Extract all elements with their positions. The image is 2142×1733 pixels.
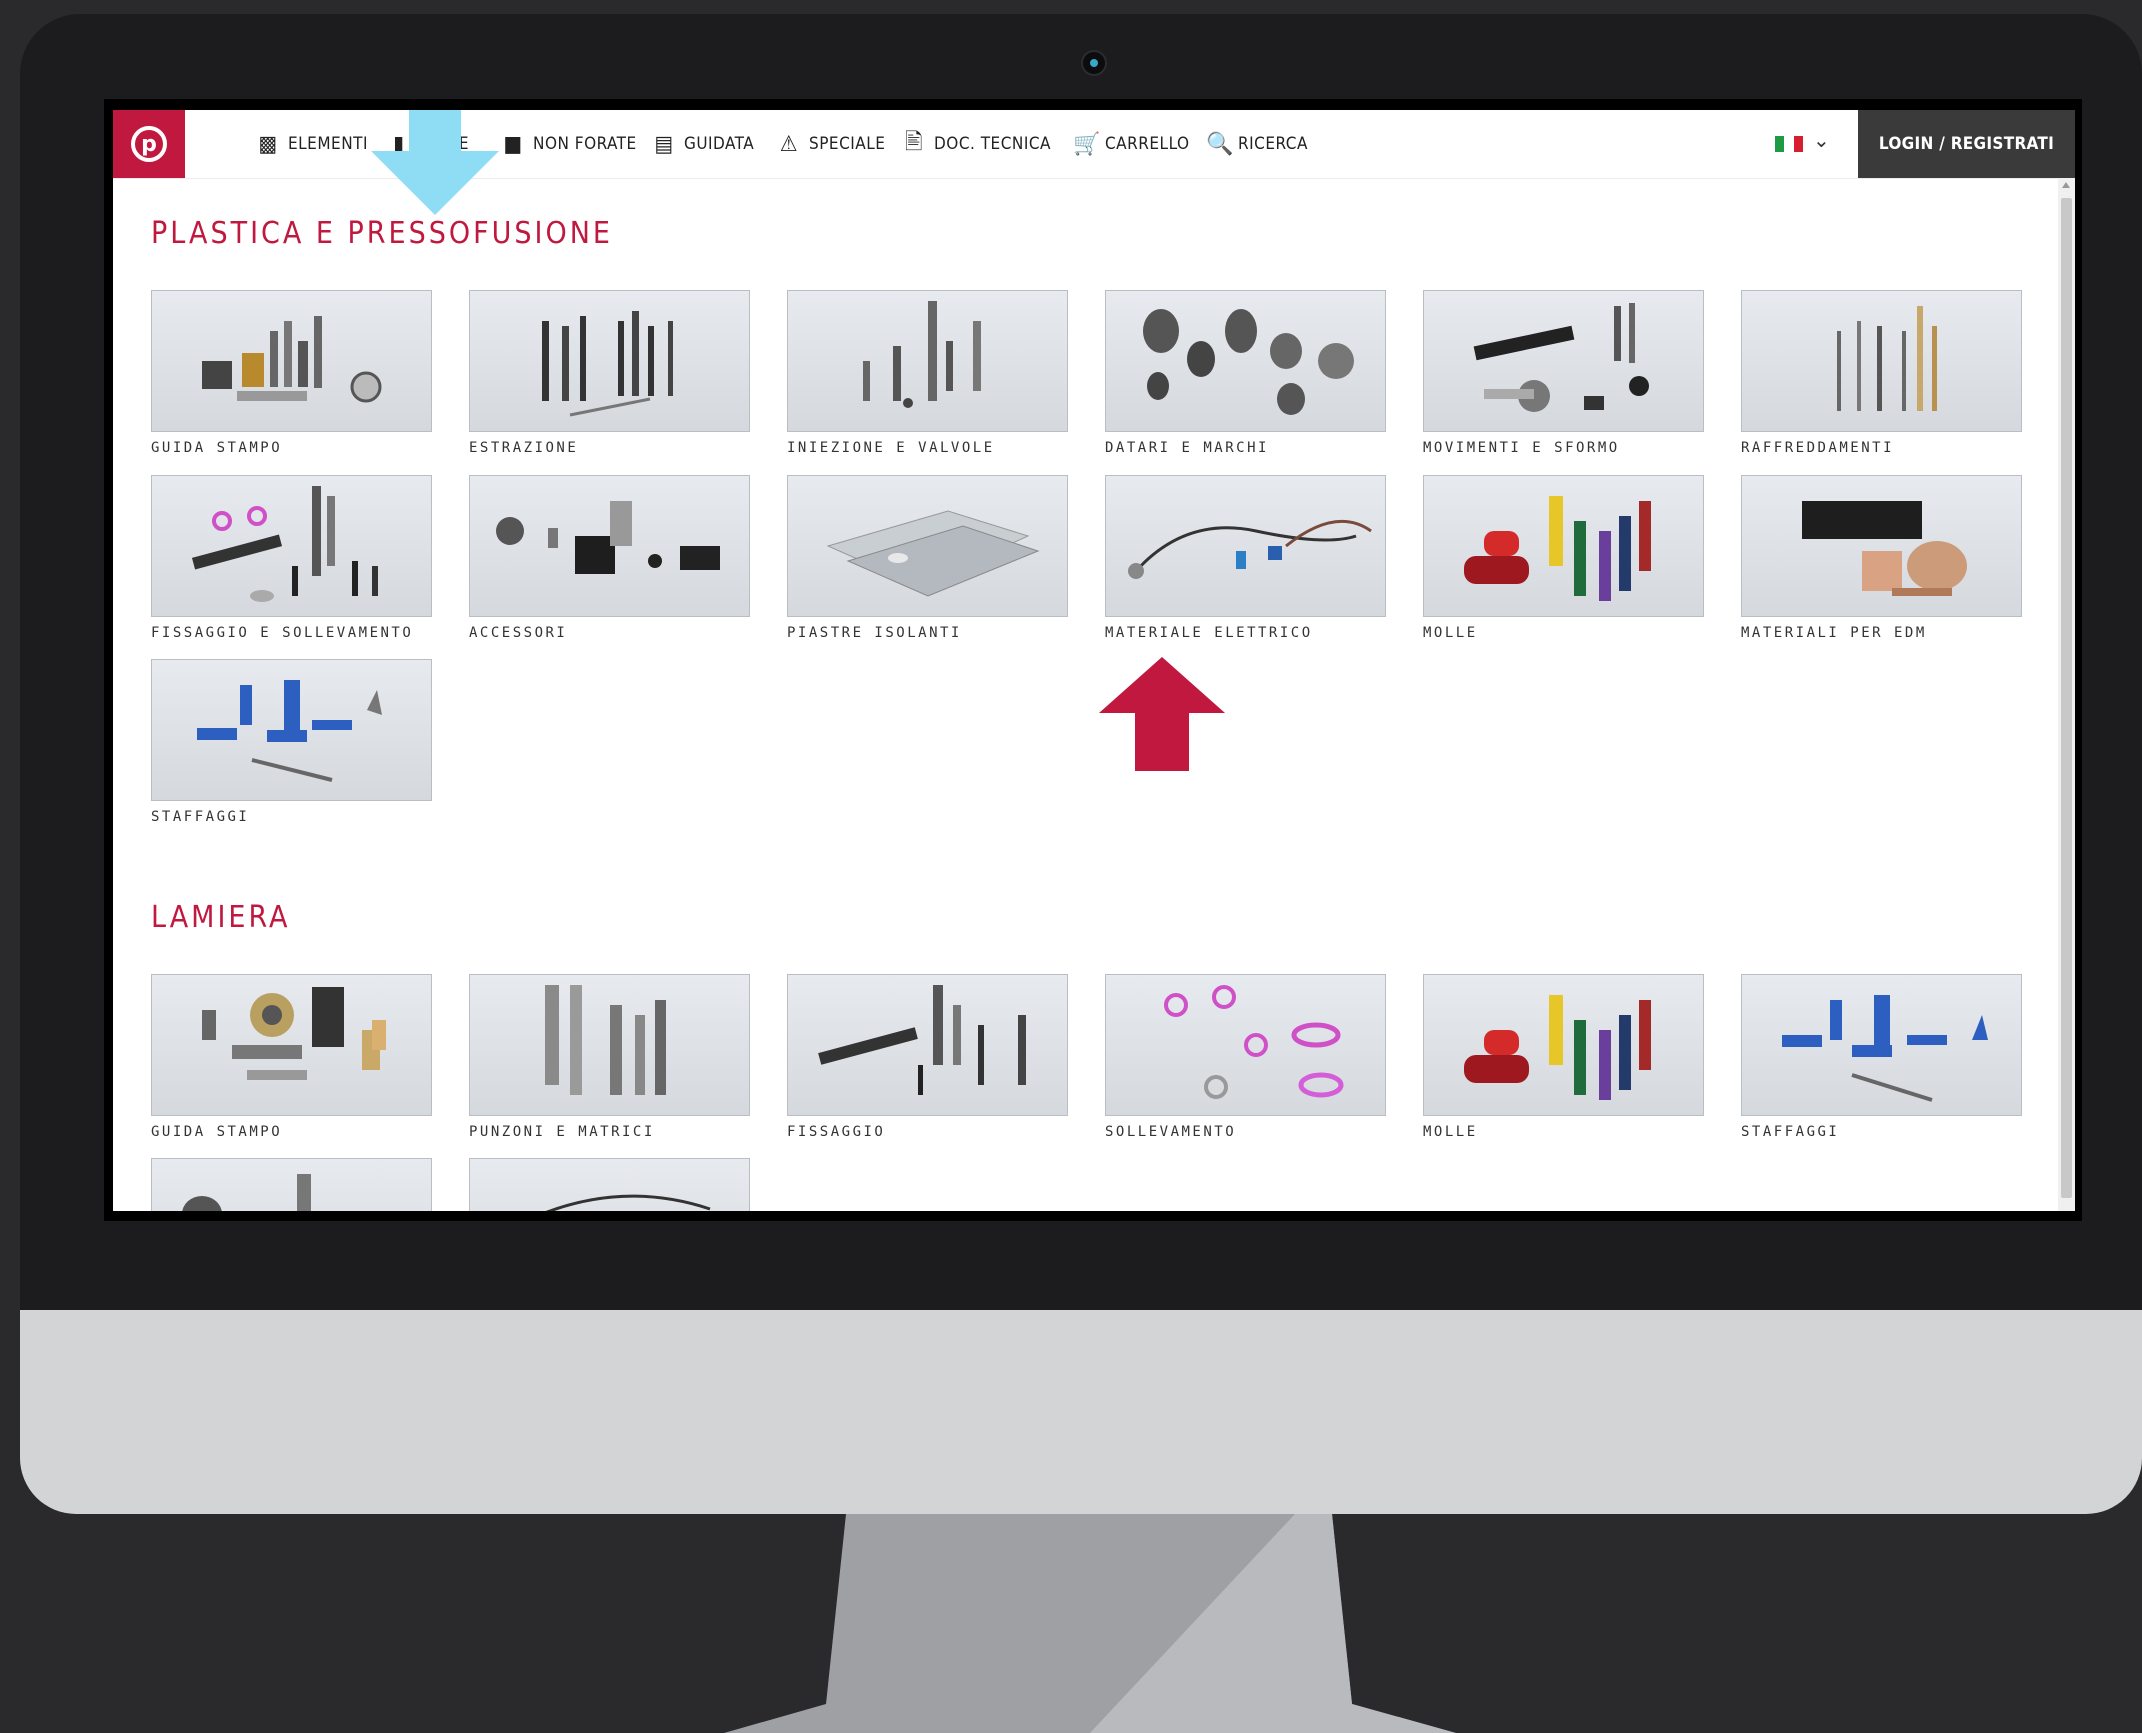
chevron-down-icon[interactable]: ⌄	[1813, 128, 1830, 153]
nav-guidata[interactable]: ▤ GUIDATA	[652, 130, 754, 158]
category-image	[1105, 974, 1386, 1116]
category-tile[interactable]: MOLLE	[1423, 974, 1704, 1140]
square-icon: ■	[503, 131, 523, 157]
category-tile[interactable]: DATARI E MARCHI	[1105, 290, 1386, 456]
search-icon: 🔍	[1206, 131, 1234, 157]
scroll-up-icon[interactable]	[2062, 182, 2070, 188]
category-tile[interactable]: RAFFREDDAMENTI	[1741, 290, 2022, 456]
nav-speciale[interactable]: ⚠ SPECIALE	[777, 130, 885, 158]
cart-icon: 🛒	[1073, 131, 1101, 157]
category-image	[151, 290, 432, 432]
nav-ricerca[interactable]: 🔍 RICERCA	[1206, 130, 1308, 158]
brand-logo[interactable]: p	[113, 110, 185, 178]
guide-icon: ▤	[654, 131, 674, 157]
bar-chart-icon: ▩	[258, 131, 278, 157]
category-image	[1741, 290, 2022, 432]
category-tile[interactable]: MOVIMENTI E SFORMO	[1423, 290, 1704, 456]
category-image	[1741, 475, 2022, 617]
category-image	[1423, 290, 1704, 432]
scroll-thumb[interactable]	[2061, 198, 2072, 1198]
category-tile[interactable]: ACCESSORI	[469, 475, 750, 641]
web-page: p ▩ ELEMENTI ▮ TE ■ NON FORATE ▤ GUIDATA…	[113, 110, 2075, 1211]
category-tile[interactable]: MOLLE	[1423, 475, 1704, 641]
category-tile[interactable]: ESTRAZIONE	[469, 290, 750, 456]
category-image	[151, 974, 432, 1116]
category-tile[interactable]: MATERIALE ELETTRICO	[1105, 475, 1386, 641]
language-flag-icon[interactable]	[1775, 136, 1803, 152]
section-title-lamiera: LAMIERA	[151, 900, 291, 935]
category-image	[469, 974, 750, 1116]
annotation-arrow-up-icon	[1099, 657, 1225, 771]
logo-icon: p	[131, 126, 167, 162]
category-image	[1741, 974, 2022, 1116]
category-tile[interactable]: MATERIALI PER EDM	[1741, 475, 2022, 641]
category-tile[interactable]: STAFFAGGI	[151, 659, 432, 825]
nav-non-forate[interactable]: ■ NON FORATE	[501, 130, 637, 158]
nav-doc-tecnica[interactable]: 🖹 DOC. TECNICA	[902, 130, 1051, 158]
monitor-chin	[20, 1310, 2142, 1514]
category-image	[1423, 974, 1704, 1116]
category-tile[interactable]: FISSAGGIO	[787, 974, 1068, 1140]
category-tile[interactable]: INIEZIONE E VALVOLE	[787, 290, 1068, 456]
category-tile[interactable]: GUIDA STAMPO	[151, 974, 432, 1140]
category-tile[interactable]: GUIDA STAMPO	[151, 290, 432, 456]
category-image	[1105, 290, 1386, 432]
annotation-arrow-down-icon	[371, 110, 499, 215]
webcam-icon	[1081, 50, 1107, 76]
category-tile[interactable]	[469, 1158, 750, 1211]
category-image	[469, 1158, 750, 1211]
category-tile[interactable]: PIASTRE ISOLANTI	[787, 475, 1068, 641]
category-tile[interactable]: SOLLEVAMENTO	[1105, 974, 1386, 1140]
warning-triangle-icon: ⚠	[779, 131, 799, 157]
nav-carrello[interactable]: 🛒 CARRELLO	[1073, 130, 1190, 158]
category-image	[787, 974, 1068, 1116]
category-tile[interactable]	[151, 1158, 432, 1211]
category-image	[1423, 475, 1704, 617]
page-scrollbar[interactable]	[2058, 178, 2075, 1211]
nav-elementi[interactable]: ▩ ELEMENTI	[256, 130, 368, 158]
category-tile[interactable]: FISSAGGIO E SOLLEVAMENTO	[151, 475, 432, 641]
category-tile[interactable]: STAFFAGGI	[1741, 974, 2022, 1140]
category-image	[151, 659, 432, 801]
category-image	[787, 475, 1068, 617]
category-image	[469, 290, 750, 432]
category-image	[151, 1158, 432, 1211]
category-image	[151, 475, 432, 617]
category-image	[787, 290, 1068, 432]
document-icon: 🖹	[904, 130, 924, 155]
login-button[interactable]: LOGIN / REGISTRATI	[1858, 110, 2075, 178]
monitor-stand	[724, 1514, 1456, 1733]
category-tile[interactable]: PUNZONI E MATRICI	[469, 974, 750, 1140]
category-image	[1105, 475, 1386, 617]
category-image	[469, 475, 750, 617]
